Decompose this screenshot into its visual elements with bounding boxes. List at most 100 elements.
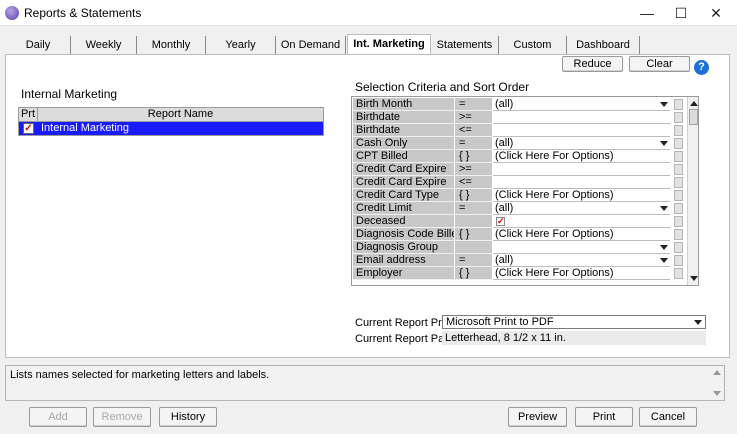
criteria-row[interactable]: Cash Only = (all) (352, 137, 683, 150)
criteria-operator[interactable]: <= (455, 124, 492, 137)
criteria-field: Credit Limit (353, 202, 454, 215)
tab-int-marketing[interactable]: Int. Marketing (347, 34, 431, 55)
minimize-button[interactable]: — (636, 4, 658, 22)
tab-daily[interactable]: Daily (6, 36, 71, 54)
description-scrollbar[interactable] (711, 366, 723, 400)
dropdown-arrow-icon[interactable] (660, 141, 668, 146)
criteria-value[interactable]: (all) (493, 98, 670, 111)
help-icon[interactable]: ? (694, 60, 709, 75)
criteria-value[interactable]: (Click Here For Options) (493, 228, 670, 241)
tab-yearly[interactable]: Yearly (206, 36, 276, 54)
print-checkbox[interactable]: ✓ (23, 123, 34, 134)
criteria-operator[interactable] (455, 241, 492, 254)
printer-select[interactable]: Microsoft Print to PDF (442, 315, 706, 329)
criteria-row[interactable]: Birth Month = (all) (352, 98, 683, 111)
add-button[interactable]: Add (29, 407, 87, 427)
criteria-row[interactable]: Employer { } (Click Here For Options) (352, 267, 683, 280)
criteria-operator[interactable] (455, 215, 492, 228)
criteria-operator[interactable]: = (455, 254, 492, 267)
criteria-value[interactable] (493, 124, 670, 137)
sort-order-cell[interactable] (674, 268, 683, 279)
sort-order-cell[interactable] (674, 229, 683, 240)
cancel-button[interactable]: Cancel (639, 407, 697, 427)
sort-order-cell[interactable] (674, 99, 683, 110)
criteria-row[interactable]: Diagnosis Code Billed { } (Click Here Fo… (352, 228, 683, 241)
dropdown-arrow-icon[interactable] (694, 320, 702, 325)
criteria-value-text: (Click Here For Options) (495, 228, 614, 240)
sort-order-cell[interactable] (674, 112, 683, 123)
tab-monthly[interactable]: Monthly (137, 36, 206, 54)
clear-button[interactable]: Clear (629, 56, 690, 72)
sort-order-cell[interactable] (674, 177, 683, 188)
sort-order-cell[interactable] (674, 190, 683, 201)
dropdown-arrow-icon[interactable] (660, 206, 668, 211)
criteria-field: Credit Card Expire (353, 163, 454, 176)
print-button[interactable]: Print (575, 407, 633, 427)
maximize-button[interactable]: ☐ (670, 4, 692, 22)
remove-button[interactable]: Remove (93, 407, 151, 427)
criteria-value[interactable]: (Click Here For Options) (493, 150, 670, 163)
criteria-operator[interactable]: { } (455, 228, 492, 241)
sort-order-cell[interactable] (674, 242, 683, 253)
criteria-operator[interactable]: { } (455, 267, 492, 280)
scroll-thumb[interactable] (689, 109, 698, 125)
tab-statements[interactable]: Statements (431, 36, 499, 54)
criteria-row[interactable]: Email address = (all) (352, 254, 683, 267)
criteria-value[interactable] (493, 176, 670, 189)
sort-order-cell[interactable] (674, 255, 683, 266)
sort-order-cell[interactable] (674, 138, 683, 149)
tab-weekly[interactable]: Weekly (71, 36, 137, 54)
criteria-operator[interactable]: = (455, 98, 492, 111)
close-button[interactable]: ✕ (705, 4, 727, 22)
scroll-up-icon[interactable] (690, 101, 698, 106)
sort-order-cell[interactable] (674, 216, 683, 227)
criteria-field: Credit Card Type (353, 189, 454, 202)
criteria-value[interactable]: ✓ (493, 215, 670, 228)
criteria-row[interactable]: Deceased ✓ (352, 215, 683, 228)
scroll-up-icon[interactable] (713, 370, 721, 375)
report-row[interactable]: ✓ Internal Marketing (19, 122, 323, 135)
criteria-row[interactable]: Birthdate <= (352, 124, 683, 137)
criteria-value[interactable]: (Click Here For Options) (493, 267, 670, 280)
criteria-value[interactable]: (all) (493, 137, 670, 150)
dropdown-arrow-icon[interactable] (660, 258, 668, 263)
criteria-row[interactable]: Credit Card Type { } (Click Here For Opt… (352, 189, 683, 202)
criteria-value[interactable] (493, 241, 670, 254)
criteria-operator[interactable]: >= (455, 163, 492, 176)
tab-on-demand[interactable]: On Demand (276, 36, 346, 54)
scroll-down-icon[interactable] (713, 391, 721, 396)
criteria-scrollbar[interactable] (687, 97, 698, 285)
history-button[interactable]: History (159, 407, 217, 427)
paper-value: Letterhead, 8 1/2 x 11 in. (442, 331, 706, 345)
deceased-checkbox[interactable]: ✓ (496, 217, 505, 226)
criteria-title: Selection Criteria and Sort Order (355, 80, 530, 94)
reduce-button[interactable]: Reduce (562, 56, 623, 72)
tab-dashboard[interactable]: Dashboard (567, 36, 640, 54)
criteria-value[interactable]: (all) (493, 202, 670, 215)
sort-order-cell[interactable] (674, 151, 683, 162)
criteria-value[interactable] (493, 163, 670, 176)
criteria-row[interactable]: Credit Card Expire >= (352, 163, 683, 176)
criteria-value[interactable]: (Click Here For Options) (493, 189, 670, 202)
criteria-value[interactable] (493, 111, 670, 124)
criteria-operator[interactable]: { } (455, 150, 492, 163)
dropdown-arrow-icon[interactable] (660, 245, 668, 250)
criteria-value[interactable]: (all) (493, 254, 670, 267)
criteria-operator[interactable]: { } (455, 189, 492, 202)
criteria-operator[interactable]: = (455, 137, 492, 150)
criteria-row[interactable]: Credit Card Expire <= (352, 176, 683, 189)
preview-button[interactable]: Preview (508, 407, 567, 427)
dropdown-arrow-icon[interactable] (660, 102, 668, 107)
criteria-row[interactable]: Credit Limit = (all) (352, 202, 683, 215)
criteria-row[interactable]: Diagnosis Group (352, 241, 683, 254)
criteria-operator[interactable]: >= (455, 111, 492, 124)
criteria-row[interactable]: Birthdate >= (352, 111, 683, 124)
tab-custom[interactable]: Custom (499, 36, 567, 54)
sort-order-cell[interactable] (674, 164, 683, 175)
sort-order-cell[interactable] (674, 125, 683, 136)
scroll-down-icon[interactable] (690, 276, 698, 281)
criteria-operator[interactable]: <= (455, 176, 492, 189)
criteria-row[interactable]: CPT Billed { } (Click Here For Options) (352, 150, 683, 163)
criteria-operator[interactable]: = (455, 202, 492, 215)
sort-order-cell[interactable] (674, 203, 683, 214)
